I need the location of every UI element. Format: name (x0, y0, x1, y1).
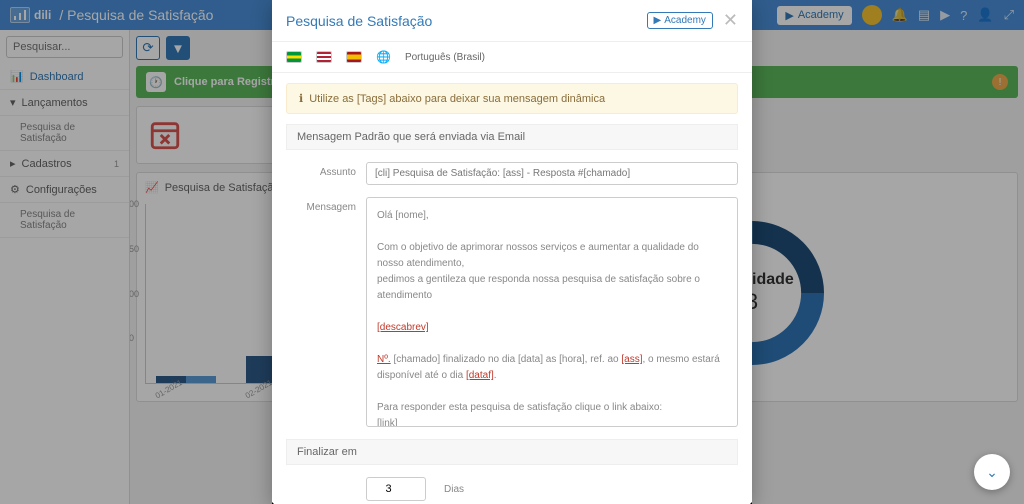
finalize-section-title: Finalizar em (286, 439, 738, 465)
email-section-title: Mensagem Padrão que será enviada via Ema… (286, 124, 738, 150)
info-icon: ℹ (299, 92, 303, 105)
modal-academy-button[interactable]: ▶Academy (647, 12, 713, 29)
days-input[interactable] (366, 477, 426, 501)
modal: Pesquisa de Satisfação ▶Academy ✕ 🌐 Port… (272, 0, 752, 504)
subject-input[interactable] (366, 162, 738, 185)
globe-icon: 🌐 (376, 50, 391, 64)
flag-es[interactable] (346, 51, 362, 63)
close-icon[interactable]: ✕ (723, 10, 738, 31)
flag-br[interactable] (286, 51, 302, 63)
chevron-down-icon: ⌄ (986, 464, 998, 481)
tags-alert: ℹ Utilize as [Tags] abaixo para deixar s… (286, 83, 738, 114)
message-textarea[interactable]: Olá [nome], Com o objetivo de aprimorar … (366, 197, 738, 427)
modal-title: Pesquisa de Satisfação (286, 13, 432, 29)
message-label: Mensagem (286, 197, 356, 427)
fab-button[interactable]: ⌄ (974, 454, 1010, 490)
video-icon: ▶ (654, 15, 662, 26)
language-tabs: 🌐 Português (Brasil) (272, 42, 752, 73)
subject-label: Assunto (286, 162, 356, 185)
flag-us[interactable] (316, 51, 332, 63)
days-label: Dias (444, 484, 464, 495)
